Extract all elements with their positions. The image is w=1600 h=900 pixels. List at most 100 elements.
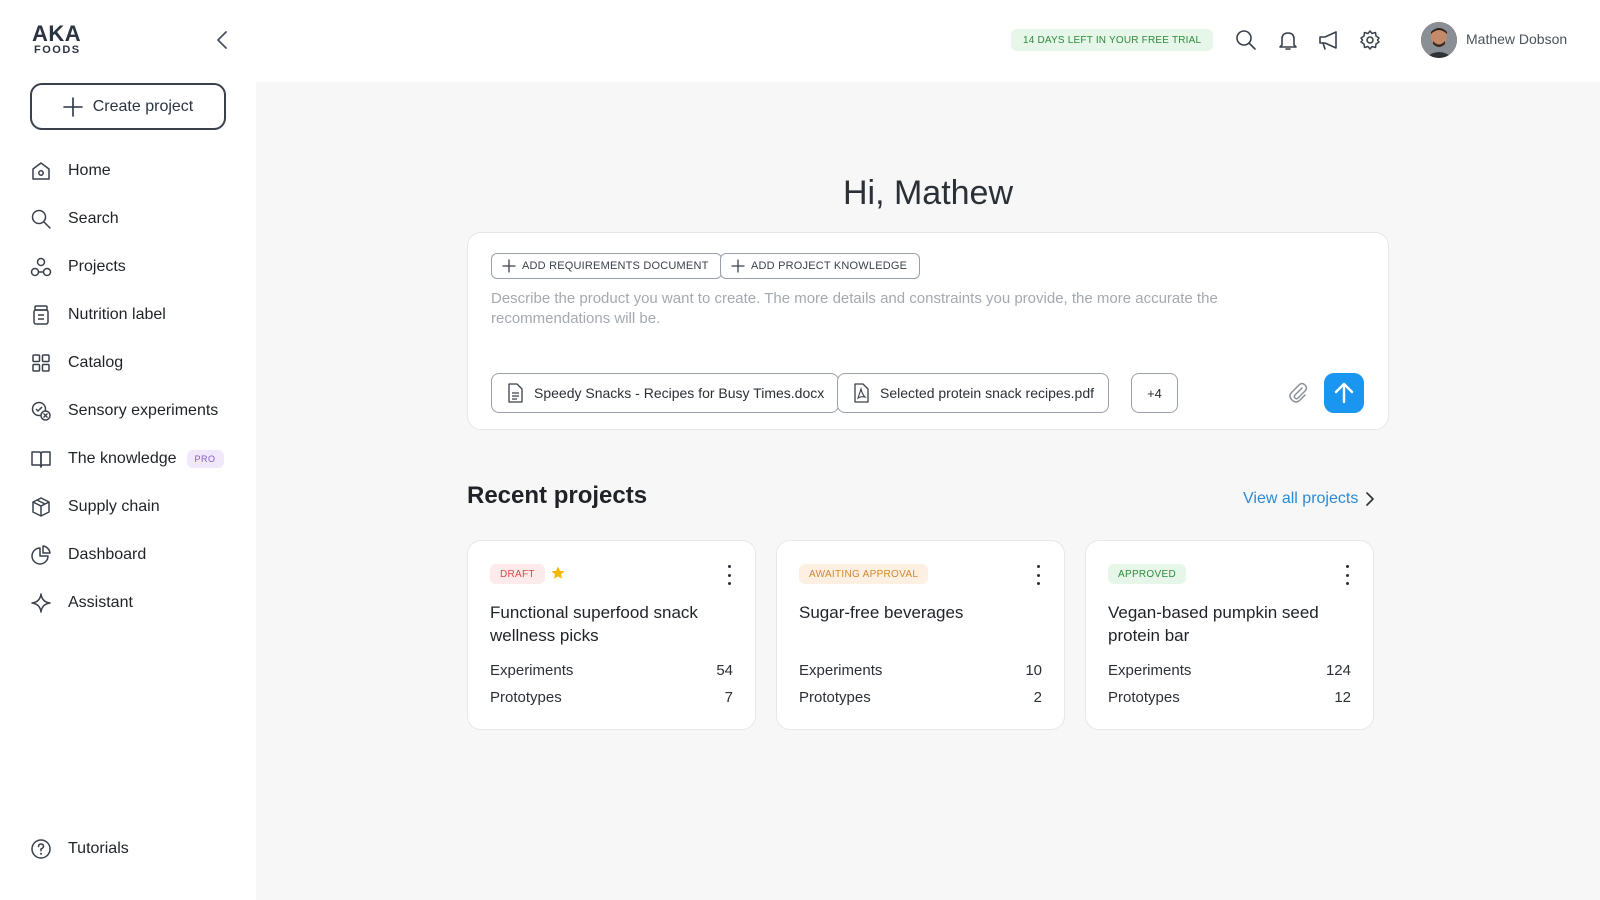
product-description-input[interactable]: Describe the product you want to create.… [491,289,1291,329]
project-card[interactable]: APPROVED Vegan-based pumpkin seed protei… [1085,540,1374,730]
box-icon [32,497,50,517]
kebab-dot-icon [727,582,731,585]
sparkle-icon [31,593,51,613]
status-badge: DRAFT [490,564,545,584]
sidebar-item-label: Assistant [68,594,133,611]
sidebar-item-assistant[interactable]: Assistant [30,579,240,627]
more-files-chip[interactable]: +4 [1131,373,1178,413]
sidebar-item-projects[interactable]: Projects [30,243,240,291]
pdf-icon [854,383,869,403]
sidebar-item-label: Projects [68,258,126,275]
stat-label: Experiments [490,662,574,679]
doc-icon [508,383,523,403]
project-card[interactable]: AWAITING APPROVAL Sugar-free beverages E… [776,540,1065,730]
view-all-projects-link[interactable]: View all projects [1243,490,1375,508]
announcements-button[interactable] [1317,28,1341,52]
sidebar-nav: Home Search Projects Nutrition label Cat… [30,147,240,627]
sidebar-item-home[interactable]: Home [30,147,240,195]
sidebar-item-dashboard[interactable]: Dashboard [30,531,240,579]
sidebar-item-label: Home [68,162,111,179]
attached-file-pdf[interactable]: Selected protein snack recipes.pdf [837,373,1110,413]
settings-button[interactable] [1358,28,1382,52]
home-icon [32,162,50,180]
stat-label: Prototypes [1108,689,1180,706]
prototypes-count: 12 [1334,689,1351,706]
card-menu-button[interactable] [1030,563,1046,587]
sidebar-item-label: Supply chain [68,498,160,515]
paperclip-icon [1289,382,1308,403]
card-menu-button[interactable] [1339,563,1355,587]
plus-icon [731,259,745,273]
prototypes-row: Prototypes 7 [490,689,733,706]
prototypes-count: 7 [724,689,733,706]
top-header: 14 DAYS LEFT IN YOUR FREE TRIAL Mathew D… [256,0,1600,82]
sidebar-item-tutorials[interactable]: Tutorials [30,825,129,873]
add-requirements-label: ADD REQUIREMENTS DOCUMENT [522,260,709,272]
pie-chart-icon [31,545,51,565]
sidebar-item-label: Nutrition label [68,306,166,323]
project-title: Functional superfood snack wellness pick… [490,603,698,645]
sidebar-item-search[interactable]: Search [30,195,240,243]
create-project-button[interactable]: Create project [30,83,226,130]
status-badge: AWAITING APPROVAL [799,564,929,584]
arrow-up-icon [1334,382,1354,404]
star-icon[interactable] [551,566,565,580]
status-badge: APPROVED [1108,564,1186,584]
sidebar-item-label: Sensory experiments [68,402,219,419]
collapse-sidebar-button[interactable] [210,28,234,52]
kebab-dot-icon [1036,582,1040,585]
jar-icon [33,305,49,325]
sidebar-item-sensory-experiments[interactable]: Sensory experiments [30,387,240,435]
plus-icon [62,96,83,117]
project-title: Sugar-free beverages [799,603,964,622]
notifications-button[interactable] [1276,28,1300,52]
aka-foods-logo[interactable]: AKA FOODS [32,21,88,58]
experiments-count: 10 [1025,662,1042,679]
user-photo-icon [1421,22,1457,58]
add-project-knowledge-button[interactable]: ADD PROJECT KNOWLEDGE [720,253,921,279]
card-menu-button[interactable] [721,563,737,587]
add-requirements-document-button[interactable]: ADD REQUIREMENTS DOCUMENT [491,253,722,279]
attach-file-button[interactable] [1286,381,1310,405]
pro-badge: PRO [186,450,224,468]
stat-label: Prototypes [799,689,871,706]
attached-file-docx[interactable]: Speedy Snacks - Recipes for Busy Times.d… [491,373,840,413]
recent-projects-title: Recent projects [467,482,648,509]
help-icon [31,839,51,859]
logo-line1: AKA [32,21,82,46]
experiments-row: Experiments 124 [1108,662,1351,679]
trial-badge[interactable]: 14 DAYS LEFT IN YOUR FREE TRIAL [1011,29,1214,51]
kebab-dot-icon [727,573,731,577]
megaphone-icon [1319,31,1337,50]
user-name[interactable]: Mathew Dobson [1466,31,1567,47]
sidebar-item-nutrition-label[interactable]: Nutrition label [30,291,240,339]
kebab-dot-icon [1036,565,1040,568]
sidebar-item-the-knowledge[interactable]: The knowledge PRO [30,435,240,483]
sidebar-item-catalog[interactable]: Catalog [30,339,240,387]
chevron-right-icon [1366,492,1375,506]
prototypes-count: 2 [1033,689,1042,706]
kebab-dot-icon [1345,573,1349,577]
header-search-button[interactable] [1234,28,1258,52]
search-icon [31,209,51,229]
prototypes-row: Prototypes 2 [799,689,1042,706]
search-icon [1236,30,1256,50]
project-composer: ADD REQUIREMENTS DOCUMENT ADD PROJECT KN… [467,232,1389,430]
file-name: Selected protein snack recipes.pdf [880,385,1095,401]
plus-icon [502,259,516,273]
view-all-label: View all projects [1243,490,1359,507]
projects-icon [30,257,52,277]
stat-label: Prototypes [490,689,562,706]
sidebar-item-label: Catalog [68,354,124,371]
file-name: Speedy Snacks - Recipes for Busy Times.d… [534,385,825,401]
avatar[interactable] [1421,22,1457,58]
sidebar-item-supply-chain[interactable]: Supply chain [30,483,240,531]
project-card[interactable]: DRAFT Functional superfood snack wellnes… [467,540,756,730]
sidebar: AKA FOODS Create project Home Search Pro… [0,0,256,900]
send-button[interactable] [1324,373,1364,413]
sidebar-item-label: Tutorials [68,840,129,857]
book-icon [31,451,51,468]
grid-icon [32,354,50,372]
sidebar-item-label: Dashboard [68,546,147,563]
sidebar-item-label: Search [68,210,119,227]
